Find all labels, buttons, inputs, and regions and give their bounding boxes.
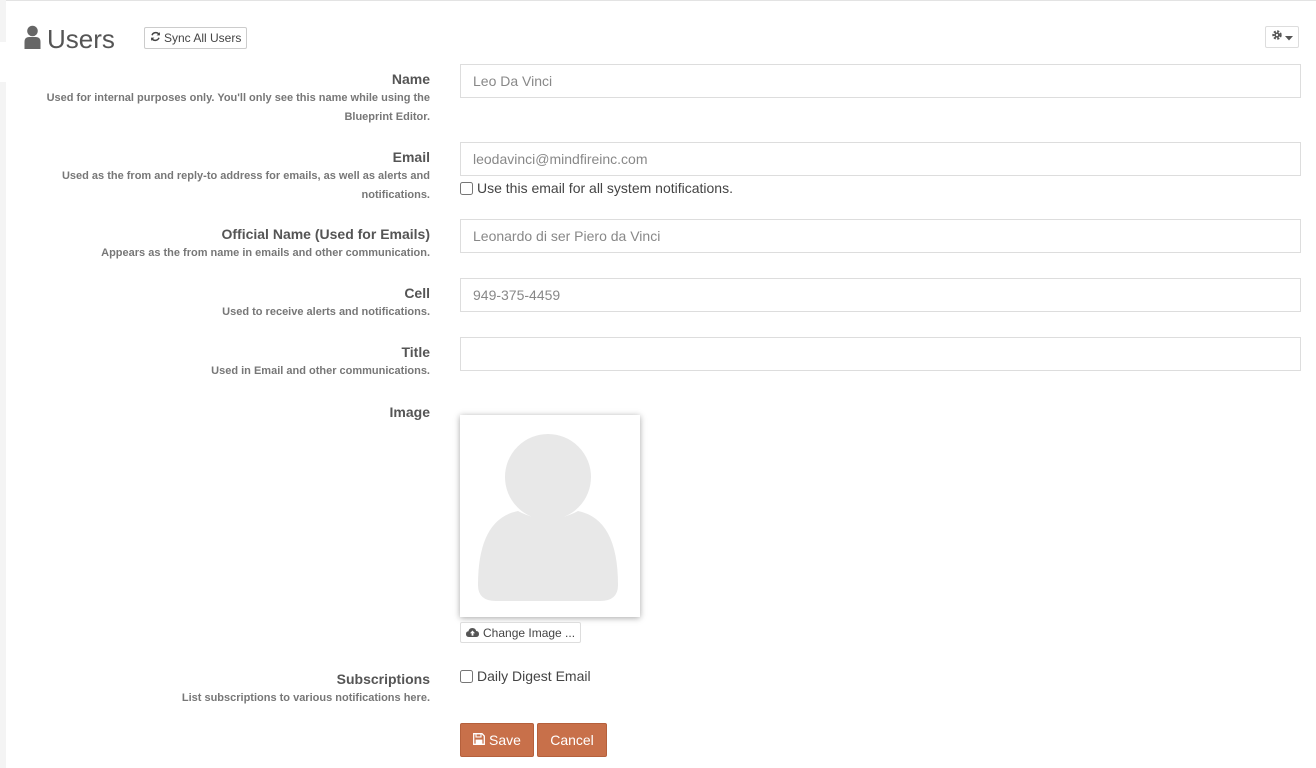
sync-all-users-button[interactable]: Sync All Users [144,27,248,49]
subscriptions-help: List subscriptions to various notificati… [181,692,430,704]
cell-label: Cell [404,285,430,301]
name-label: Name [391,71,430,87]
system-notifications-option[interactable]: Use this email for all system notificati… [460,180,733,196]
cell-input[interactable] [460,278,1301,312]
sync-all-users-label: Sync All Users [164,31,242,45]
name-help: Used for internal purposes only. You'll … [47,89,430,127]
email-help: Used as the from and reply-to address fo… [62,167,430,205]
system-notifications-label: Use this email for all system notificati… [477,180,733,196]
caret-down-icon [1285,28,1293,46]
daily-digest-checkbox[interactable] [460,669,473,683]
save-label: Save [489,732,521,748]
official-name-help: Appears as the from name in emails and o… [101,247,430,259]
avatar [460,415,640,617]
cell-help: Used to receive alerts and notifications… [222,306,430,318]
save-button[interactable]: Save [460,723,534,757]
avatar-placeholder-icon [478,432,618,601]
email-input[interactable] [460,142,1301,176]
change-image-button[interactable]: Change Image ... [460,622,582,643]
title-input[interactable] [460,337,1301,371]
image-label: Image [389,404,430,420]
daily-digest-label: Daily Digest Email [477,668,591,684]
gear-icon [1271,28,1283,46]
title-help: Used in Email and other communications. [211,365,430,377]
title-label: Title [401,344,430,360]
floppy-disk-icon [473,732,485,748]
cancel-label: Cancel [550,732,594,748]
name-input[interactable] [460,64,1301,98]
email-help-line2: notifications. [361,189,430,201]
user-icon [24,25,41,54]
left-edge-tab [0,42,8,82]
official-name-label: Official Name (Used for Emails) [221,226,430,242]
subscriptions-label: Subscriptions [336,671,430,687]
cancel-button[interactable]: Cancel [537,723,607,757]
daily-digest-option[interactable]: Daily Digest Email [460,668,591,684]
settings-dropdown-button[interactable] [1265,26,1299,48]
page-title-text: Users [47,23,115,54]
name-help-line2: Blueprint Editor. [344,111,430,123]
system-notifications-checkbox[interactable] [460,181,473,195]
email-help-line1: Used as the from and reply-to address fo… [61,170,430,182]
official-name-input[interactable] [460,219,1301,253]
email-label: Email [392,149,430,165]
change-image-label: Change Image ... [483,625,576,640]
refresh-icon [150,31,161,45]
cloud-upload-icon [466,626,479,640]
name-help-line1: Used for internal purposes only. You'll … [46,92,430,104]
page-title: Users [24,22,115,56]
